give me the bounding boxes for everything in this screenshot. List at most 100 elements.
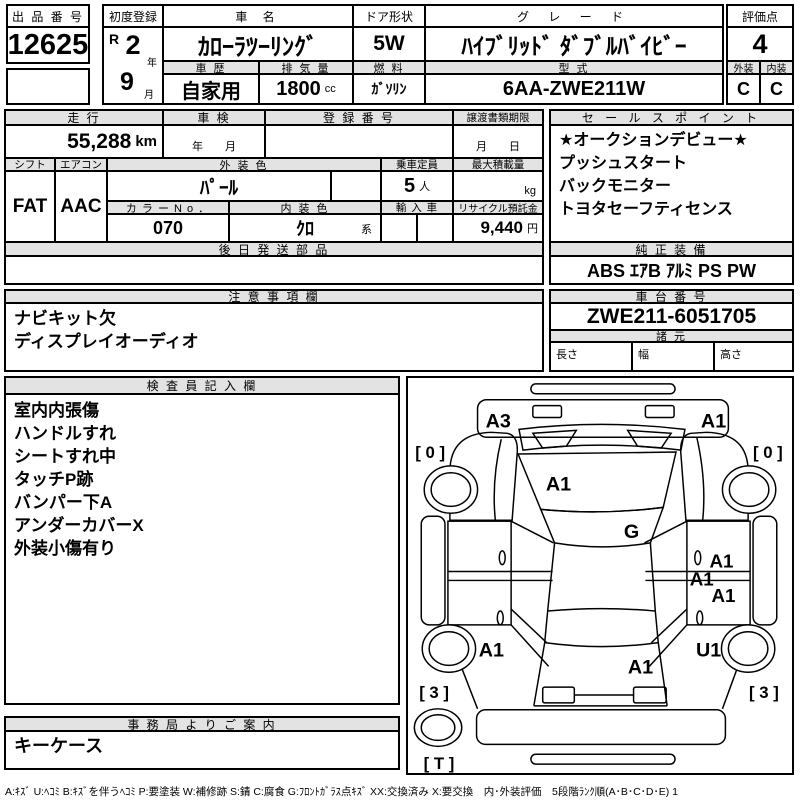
recycle-number: 9,440	[480, 218, 523, 238]
auction-sheet: 出 品 番 号 12625 初度登録 R 2 年 9 月 車 名 ｶﾛｰﾗﾂｰﾘ…	[0, 0, 800, 800]
displacement-unit: cc	[325, 83, 336, 95]
displacement-value: 1800 cc	[258, 73, 354, 105]
office-info-line: キーケース	[14, 735, 390, 758]
exterior-grade-value: C	[726, 73, 761, 105]
car-damage-diagram: A3 A1 [ 0 ] [ 0 ] A1 G A1 A1 A1 A1 U1 A1…	[406, 376, 794, 775]
roof-rear-boundary	[548, 609, 656, 611]
interior-grade-value: C	[759, 73, 794, 105]
rear-light-right	[634, 687, 667, 703]
damage-label-right-rear-door: A1	[711, 585, 735, 606]
aircon-value: AAC	[54, 170, 108, 243]
sales-point-line: トヨタセーフティセンス	[559, 198, 784, 221]
rear-light-left	[543, 687, 575, 703]
notes-body: ナビキット欠 ディスプレイオーディオ	[4, 302, 544, 372]
spec-width-cell: 幅	[631, 341, 715, 372]
spec-length-cell: 長さ	[549, 341, 633, 372]
model-code-value: 6AA-ZWE211W	[424, 73, 724, 105]
oem-equipment-value: ABS ｴｱB ｱﾙﾐ PS PW	[549, 255, 794, 285]
front-edge-bar	[531, 384, 675, 394]
mileage-value: 55,288 km	[4, 124, 164, 159]
hood	[518, 452, 676, 512]
damage-label-windshield: G	[624, 521, 639, 543]
auction-no-label: 出 品 番 号	[6, 4, 90, 28]
first-reg-year-unit: 年	[147, 54, 157, 69]
damage-label-tailgate: A1	[628, 656, 653, 678]
capacity-number: 5	[404, 175, 415, 198]
mileage-number: 55,288	[67, 130, 131, 154]
ext-color-value: ﾊﾟｰﾙ	[106, 170, 332, 202]
chassis-no-value: ZWE211-6051705	[549, 302, 794, 331]
first-reg-label: 初度登録	[102, 4, 164, 28]
ext-color-sub-cell	[330, 170, 382, 202]
roof-left-edge	[548, 543, 555, 611]
tire-depth-front-left: [ 0 ]	[415, 443, 445, 462]
inspector-line: タッチP跡	[14, 468, 390, 491]
damage-label-left-rear-quarter: A1	[479, 639, 504, 661]
auction-no-empty-box	[6, 68, 90, 105]
int-color-name: ｸﾛ	[296, 215, 314, 241]
left-sill	[421, 516, 445, 625]
grade-label: グ レ ー ド	[424, 4, 724, 28]
left-rear-fold-line2	[511, 625, 549, 666]
front-light-right	[645, 406, 674, 418]
front-bumper	[478, 400, 729, 438]
damage-label-front-bumper-left: A3	[486, 410, 511, 432]
sales-point-line: プッシュスタート	[559, 152, 784, 175]
int-color-value: ｸﾛ 系	[228, 213, 382, 243]
rear-glass-bottom	[545, 643, 659, 647]
fuel-value: ｶﾞｿﾘﾝ	[352, 73, 426, 105]
color-no-value: 070	[106, 213, 230, 243]
reg-no-value	[264, 124, 454, 159]
office-info-body: キーケース	[4, 730, 400, 770]
grade-value: ﾊｲﾌﾞﾘｯﾄﾞ ﾀﾞﾌﾞﾙﾊﾞｲﾋﾞｰ	[424, 26, 724, 62]
sales-point-line: バックモニター	[559, 175, 784, 198]
inspection-value: 年 月	[162, 124, 266, 159]
rear-glass-left-edge	[545, 611, 548, 643]
damage-code-legend: A:ｷｽﾞ U:ﾍｺﾐ B:ｷｽﾞを伴うﾍｺﾐ P:要塗装 W:補修跡 S:錆 …	[5, 784, 678, 799]
damage-label-right-rear-quarter: U1	[696, 639, 721, 661]
first-reg-value: R 2 年 9 月	[102, 26, 164, 105]
tire-depth-rear-right: [ 3 ]	[749, 683, 779, 702]
right-a-pillar-curve	[697, 437, 704, 520]
tire-depth-front-right: [ 0 ]	[753, 443, 783, 462]
auction-no-value: 12625	[6, 26, 90, 64]
note-line: ディスプレイオーディオ	[14, 330, 534, 353]
car-name-value: ｶﾛｰﾗﾂｰﾘﾝｸﾞ	[162, 26, 354, 62]
inspector-line: ハンドルすれ	[14, 422, 390, 445]
import-cell-2	[416, 213, 454, 243]
roof-right-edge	[650, 543, 655, 611]
transfer-deadline-value: 月 日	[452, 124, 544, 159]
sales-points-body: ★オークションデビュー★ プッシュスタート バックモニター トヨタセーフティセン…	[549, 124, 794, 243]
first-reg-month-unit: 月	[144, 86, 154, 101]
right-rear-fold-line2	[649, 625, 687, 666]
later-parts-value	[4, 255, 544, 285]
car-diagram-svg: A3 A1 [ 0 ] [ 0 ] A1 G A1 A1 A1 A1 U1 A1…	[408, 378, 792, 773]
import-cell-1	[380, 213, 418, 243]
inspector-line: 室内内張傷	[14, 399, 390, 422]
sales-point-line: ★オークションデビュー★	[559, 129, 784, 152]
shift-value: FAT	[4, 170, 56, 243]
damage-label-hood: A1	[546, 474, 571, 496]
inspector-line: アンダーカバーX	[14, 514, 390, 537]
door-shape-value: 5W	[352, 26, 426, 62]
rear-edge-bar	[531, 754, 675, 764]
left-door-panel	[448, 521, 511, 625]
damage-label-front-bumper-right: A1	[701, 410, 726, 432]
displacement-number: 1800	[276, 78, 321, 101]
rear-bumper	[477, 710, 726, 745]
windshield	[541, 507, 663, 547]
spec-height-cell: 高さ	[713, 341, 794, 372]
inspector-line: バンパー下A	[14, 491, 390, 514]
max-load-value: kg	[452, 170, 544, 202]
door-shape-label: ドア形状	[352, 4, 426, 28]
score-label: 評価点	[726, 4, 794, 28]
recycle-value: 9,440 円	[452, 213, 544, 243]
car-name-label: 車 名	[162, 4, 354, 28]
inspector-notes-body: 室内内張傷 ハンドルすれ シートすれ中 タッチP跡 バンパー下A アンダーカバー…	[4, 393, 400, 705]
recycle-unit: 円	[527, 220, 538, 236]
front-light-left	[533, 406, 562, 418]
left-rear-fold-line1	[511, 609, 547, 643]
int-color-suffix: 系	[361, 221, 372, 237]
left-a-pillar-curve	[494, 439, 501, 520]
spare-tire-inner	[421, 715, 455, 741]
